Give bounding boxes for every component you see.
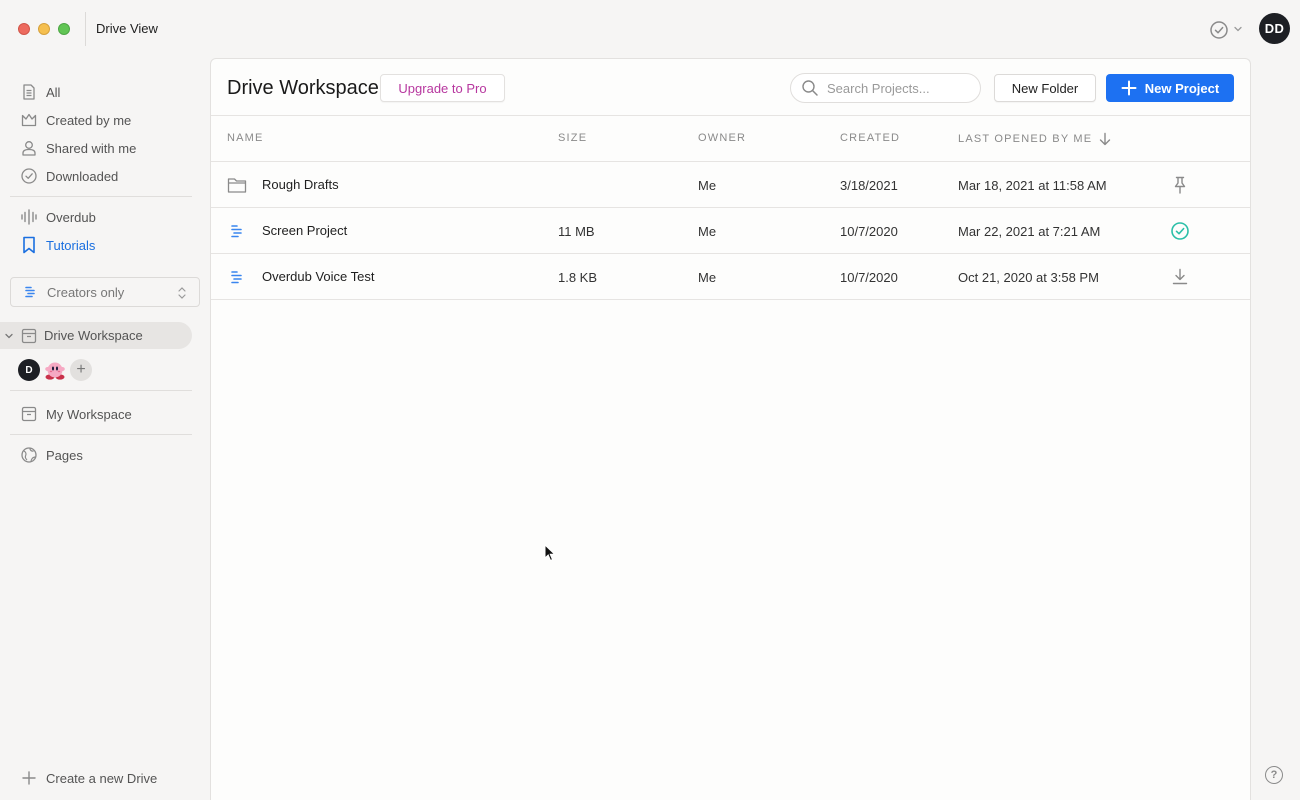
user-avatar[interactable]: DD: [1259, 13, 1290, 44]
table-row[interactable]: Screen Project 11 MB Me 10/7/2020 Mar 22…: [211, 208, 1250, 254]
sort-arrow-down-icon[interactable]: [1098, 132, 1112, 146]
title-bar: Drive View DD: [0, 0, 1300, 58]
sidebar-item-label: My Workspace: [46, 406, 132, 422]
row-created: 10/7/2020: [840, 224, 898, 239]
sidebar-item-tutorials[interactable]: Tutorials: [20, 233, 95, 257]
row-last-opened: Mar 18, 2021 at 11:58 AM: [958, 178, 1107, 193]
plus-icon: [1121, 80, 1137, 96]
row-owner: Me: [698, 178, 717, 193]
add-member-button[interactable]: +: [70, 359, 92, 381]
sidebar-item-overdub[interactable]: Overdub: [20, 205, 96, 229]
sidebar-item-label: Pages: [46, 447, 83, 463]
row-name[interactable]: Rough Drafts: [262, 177, 339, 192]
main-panel: Drive Workspace Upgrade to Pro New Folde…: [210, 58, 1251, 800]
column-header-last-opened[interactable]: LAST OPENED BY ME: [958, 132, 1112, 146]
chevron-down-icon[interactable]: [4, 331, 14, 341]
project-lines-icon: [25, 286, 35, 298]
sidebar-item-created-by-me[interactable]: Created by me: [20, 108, 131, 132]
sidebar-item-label: Downloaded: [46, 168, 119, 184]
crown-icon: [21, 113, 37, 127]
filter-value: Creators only: [47, 284, 125, 300]
row-last-opened: Oct 21, 2020 at 3:58 PM: [958, 270, 1099, 285]
column-header-name[interactable]: NAME: [227, 132, 264, 144]
globe-icon: [21, 447, 37, 463]
main-header: Drive Workspace Upgrade to Pro New Folde…: [211, 59, 1250, 116]
table-row[interactable]: Overdub Voice Test 1.8 KB Me 10/7/2020 O…: [211, 254, 1250, 300]
search-icon: [802, 80, 818, 96]
sidebar-item-pages[interactable]: Pages: [20, 443, 83, 467]
pin-icon[interactable]: [1170, 175, 1190, 195]
folder-icon: [227, 178, 247, 193]
person-icon: [22, 141, 36, 156]
row-last-opened: Mar 22, 2021 at 7:21 AM: [958, 224, 1101, 239]
sidebar-item-label: All: [46, 84, 61, 100]
document-icon: [23, 84, 35, 100]
column-header-created[interactable]: CREATED: [840, 132, 900, 144]
row-owner: Me: [698, 224, 717, 239]
bookmark-icon: [23, 236, 35, 254]
sidebar-item-label: Created by me: [46, 112, 132, 128]
window-title: Drive View: [96, 21, 158, 36]
row-name[interactable]: Screen Project: [262, 223, 347, 238]
sidebar-item-label: Tutorials: [46, 237, 96, 253]
sidebar-divider: [10, 390, 192, 391]
sidebar-item-shared-with-me[interactable]: Shared with me: [20, 136, 136, 160]
archive-box-icon: [21, 406, 37, 422]
create-drive-button[interactable]: Create a new Drive: [20, 766, 157, 790]
download-icon[interactable]: [1170, 267, 1190, 287]
drive-label: Drive Workspace: [44, 328, 143, 343]
synced-check-icon[interactable]: [1170, 221, 1190, 241]
new-folder-button[interactable]: New Folder: [994, 74, 1096, 102]
mouse-pointer-icon: [544, 544, 556, 562]
search-box[interactable]: [790, 73, 981, 103]
sidebar-item-downloaded[interactable]: Downloaded: [20, 164, 118, 188]
upgrade-to-pro-button[interactable]: Upgrade to Pro: [380, 74, 505, 102]
row-created: 10/7/2020: [840, 270, 898, 285]
plus-icon: [22, 771, 36, 785]
column-header-owner[interactable]: OWNER: [698, 132, 746, 144]
waveform-icon: [21, 209, 37, 225]
row-owner: Me: [698, 270, 717, 285]
create-drive-label: Create a new Drive: [46, 770, 158, 786]
sidebar-item-all[interactable]: All: [20, 80, 60, 104]
help-button[interactable]: ?: [1265, 766, 1283, 784]
project-lines-icon: [231, 271, 242, 284]
column-header-size[interactable]: SIZE: [558, 132, 587, 144]
new-project-button[interactable]: New Project: [1106, 74, 1234, 102]
minimize-window-button[interactable]: [38, 23, 50, 35]
sidebar-divider: [10, 196, 192, 197]
sidebar: All Created by me Shared with me Downloa…: [0, 58, 210, 800]
updown-chevron-icon: [178, 287, 186, 299]
archive-box-icon: [21, 328, 37, 343]
project-lines-icon: [231, 225, 242, 238]
zoom-window-button[interactable]: [58, 23, 70, 35]
sidebar-divider: [10, 434, 192, 435]
sidebar-item-label: Shared with me: [46, 140, 137, 156]
row-created: 3/18/2021: [840, 178, 898, 193]
row-size: 1.8 KB: [558, 270, 598, 285]
check-circle-icon: [21, 168, 37, 184]
titlebar-divider: [85, 12, 86, 46]
sidebar-item-label: Overdub: [46, 209, 96, 225]
member-avatar-kirby-icon[interactable]: [44, 359, 66, 381]
close-window-button[interactable]: [18, 23, 30, 35]
chevron-down-icon[interactable]: [1233, 24, 1243, 34]
table-row[interactable]: Rough Drafts Me 3/18/2021 Mar 18, 2021 a…: [211, 162, 1250, 208]
row-size: 11 MB: [558, 224, 595, 239]
search-input[interactable]: [827, 80, 967, 96]
page-title: Drive Workspace: [227, 77, 379, 99]
sidebar-drive-workspace[interactable]: Drive Workspace: [0, 322, 192, 349]
member-avatar[interactable]: D: [18, 359, 40, 381]
new-project-label: New Project: [1144, 80, 1220, 96]
sync-status-icon[interactable]: [1209, 20, 1229, 40]
sidebar-item-my-workspace[interactable]: My Workspace: [20, 402, 132, 426]
row-name[interactable]: Overdub Voice Test: [262, 269, 375, 284]
column-header-label: LAST OPENED BY ME: [958, 133, 1093, 145]
creators-filter-select[interactable]: Creators only: [10, 277, 200, 307]
drive-members: D +: [18, 359, 92, 381]
